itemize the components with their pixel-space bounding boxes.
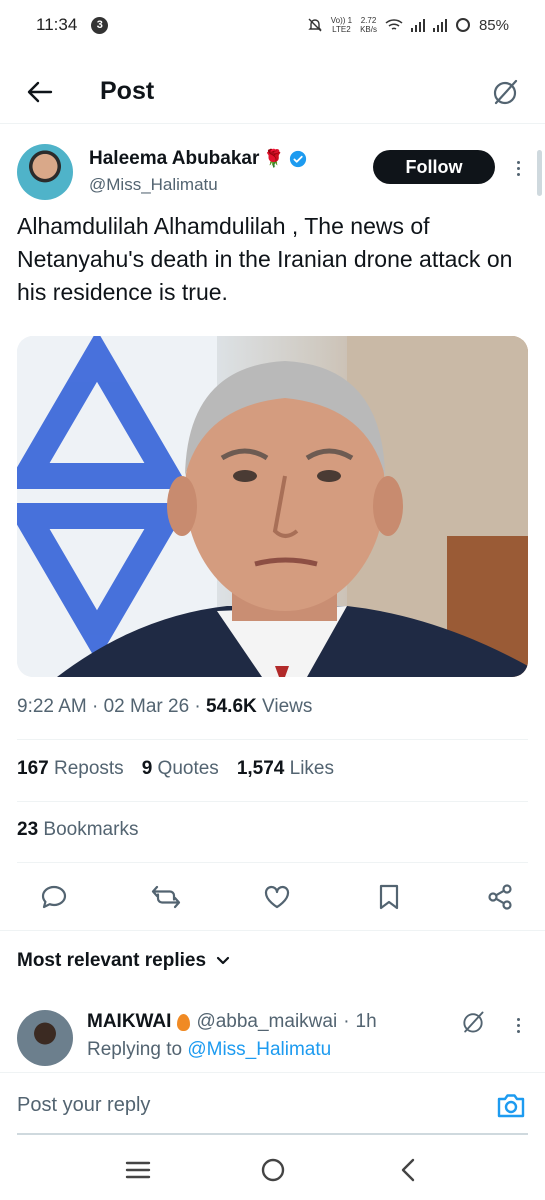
divider	[0, 930, 545, 931]
views-count: 54.6K	[206, 696, 257, 717]
post-actions	[37, 878, 517, 916]
post-time[interactable]: 9:22 AM	[17, 696, 87, 717]
reply-author-name[interactable]: MAIKWAI	[87, 1011, 171, 1033]
bookmarks-count: 23	[17, 819, 39, 840]
reply-more-options-icon[interactable]	[508, 1011, 528, 1039]
bookmark-button[interactable]	[372, 880, 406, 914]
camera-icon[interactable]	[496, 1091, 526, 1119]
system-nav-bar	[0, 1140, 545, 1200]
engagement-stats: 167 Reposts 9 Quotes 1,574 Likes	[17, 758, 334, 780]
system-back-button[interactable]	[388, 1150, 428, 1190]
reply-author-avatar[interactable]	[17, 1010, 73, 1066]
heart-icon	[264, 885, 290, 909]
reply-age: 1h	[355, 1011, 377, 1032]
reply-button[interactable]	[37, 880, 71, 914]
author-name-block[interactable]: Haleema Abubakar 🌹	[89, 148, 307, 170]
post-text: Alhamdulilah Alhamdulilah , The news of …	[17, 213, 513, 305]
author-handle[interactable]: @Miss_Halimatu	[89, 175, 218, 195]
top-bar: Post	[0, 60, 545, 124]
reply-separator: ·	[343, 1011, 350, 1032]
back-arrow-icon	[27, 81, 53, 102]
home-circle-icon	[261, 1158, 284, 1182]
reposts-count: 167	[17, 758, 49, 779]
quotes-count: 9	[141, 758, 153, 779]
reply-composer	[0, 1072, 545, 1136]
speed-unit: KB/s	[360, 25, 377, 34]
verified-badge-icon	[289, 150, 306, 168]
battery-ring-icon	[455, 18, 470, 32]
author-name: Haleema Abubakar	[89, 148, 260, 169]
share-button[interactable]	[483, 880, 517, 914]
chevron-left-icon	[401, 1158, 414, 1182]
reply-item[interactable]: MAIKWAI @abba_maikwai · 1h Replying to @…	[17, 1005, 528, 1069]
signal-icon-sim1	[410, 18, 425, 32]
views-label: Views	[262, 696, 313, 717]
repost-button[interactable]	[149, 880, 183, 914]
status-time: 11:34	[36, 15, 78, 34]
reply-author-handle[interactable]: @abba_maikwai	[196, 1011, 337, 1033]
quotes-stat[interactable]: 9 Quotes	[142, 758, 219, 780]
divider	[17, 862, 528, 863]
scrollbar-thumb[interactable]	[537, 150, 542, 196]
replying-to-handle[interactable]: @Miss_Halimatu	[187, 1039, 331, 1060]
speed-value: 2.72	[360, 16, 377, 25]
grok-icon[interactable]	[460, 1009, 486, 1035]
network-line-2: LTE2	[332, 25, 351, 34]
reply-header: MAIKWAI @abba_maikwai · 1h	[87, 1011, 377, 1033]
recent-apps-button[interactable]	[118, 1150, 158, 1190]
share-icon	[488, 884, 512, 910]
mute-bell-icon	[308, 18, 322, 32]
reposts-stat[interactable]: 167 Reposts	[17, 758, 124, 780]
likes-count: 1,574	[236, 758, 285, 779]
post-date[interactable]: 02 Mar 26	[104, 696, 190, 717]
likes-label: Likes	[289, 758, 334, 779]
like-button[interactable]	[260, 880, 294, 914]
post-more-options-icon[interactable]	[508, 154, 528, 182]
chevron-down-icon	[216, 956, 230, 965]
egg-emoji-icon	[177, 1013, 191, 1031]
post-image[interactable]	[17, 336, 528, 677]
repost-icon	[151, 885, 180, 909]
post-meta: 9:22 AM · 02 Mar 26 · 54.6K Views	[17, 696, 313, 717]
divider	[17, 739, 528, 740]
notification-count-badge: 3	[91, 16, 109, 34]
bookmark-icon	[379, 884, 398, 910]
reply-input[interactable]	[17, 1085, 457, 1125]
status-icons: Vo)) 1 LTE2 2.72 KB/s 85%	[307, 16, 509, 34]
replying-to-prefix: Replying to	[87, 1039, 183, 1060]
replying-to-line: Replying to @Miss_Halimatu	[87, 1039, 331, 1061]
follow-button[interactable]: Follow	[373, 150, 495, 184]
bookmarks-stat[interactable]: 23 Bookmarks	[17, 819, 138, 841]
status-bar: 11:34 3 Vo)) 1 LTE2 2.72 KB/s 85%	[0, 0, 545, 50]
back-button[interactable]	[24, 76, 56, 108]
wifi-icon	[385, 19, 403, 30]
reply-icon	[41, 885, 67, 909]
battery-percent: 85%	[478, 16, 509, 34]
divider	[17, 801, 528, 802]
replies-sort-label: Most relevant replies	[17, 950, 207, 971]
composer-underline	[17, 1133, 528, 1135]
bookmarks-label: Bookmarks	[43, 819, 139, 840]
grok-button[interactable]	[489, 76, 521, 108]
quotes-label: Quotes	[157, 758, 219, 779]
replies-sort-selector[interactable]: Most relevant replies	[17, 950, 230, 972]
author-avatar[interactable]	[17, 144, 73, 200]
post-author-row: Haleema Abubakar 🌹 @Miss_Halimatu Follow	[17, 140, 528, 206]
data-speed: 2.72 KB/s	[360, 16, 377, 34]
home-button[interactable]	[253, 1150, 293, 1190]
network-type-label: Vo)) 1 LTE2	[331, 16, 352, 34]
reposts-label: Reposts	[53, 758, 124, 779]
page-title: Post	[100, 77, 155, 105]
menu-lines-icon	[125, 1161, 150, 1179]
grok-icon	[493, 79, 518, 104]
signal-icon-sim2	[432, 18, 447, 32]
post-photo-illustration	[17, 336, 528, 677]
likes-stat[interactable]: 1,574 Likes	[237, 758, 334, 780]
network-line-1: Vo)) 1	[330, 16, 353, 25]
rose-emoji-icon: 🌹	[263, 149, 285, 168]
